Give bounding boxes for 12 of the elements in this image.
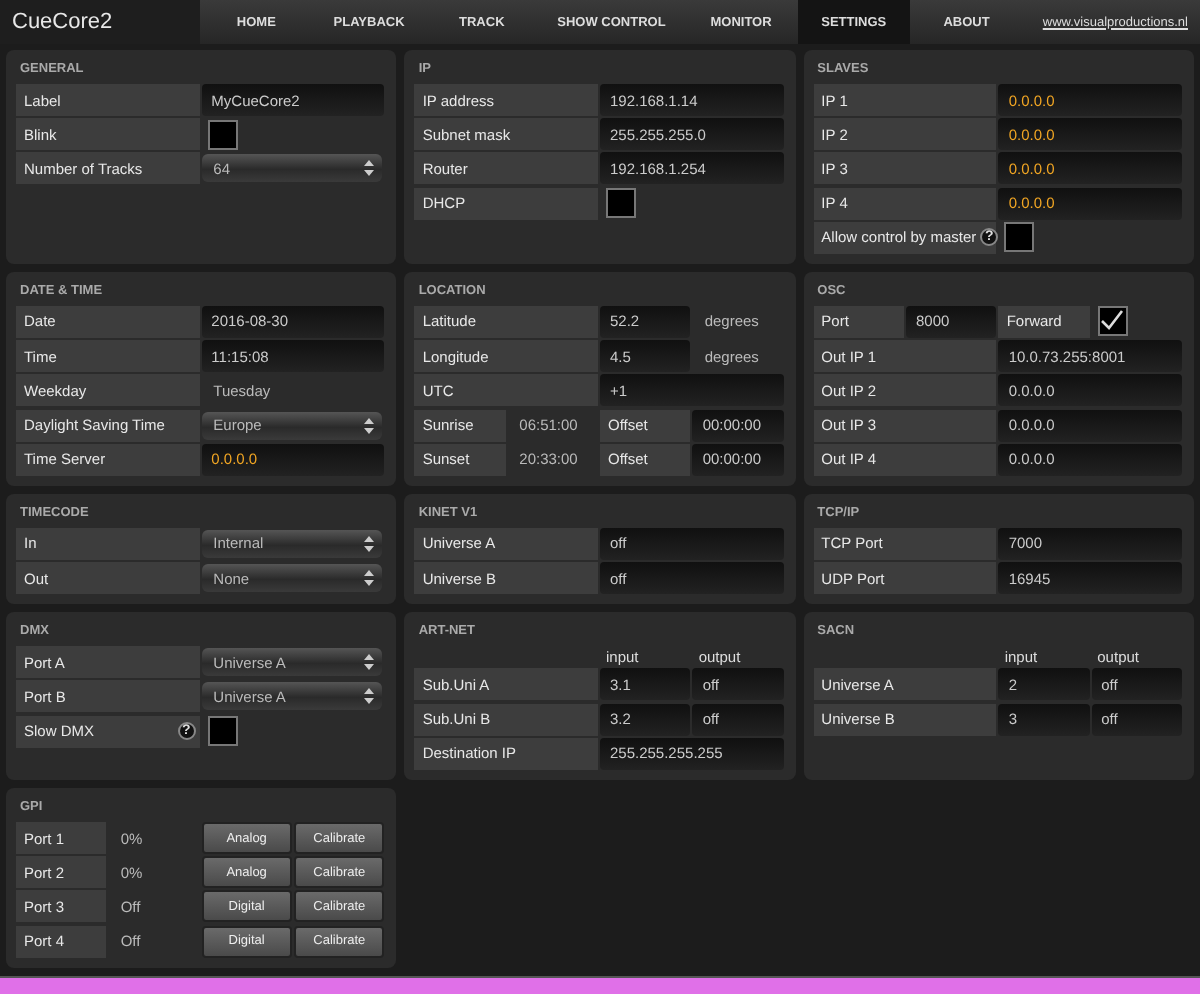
select-arrows-icon: [364, 417, 375, 433]
select-arrows-icon: [364, 654, 375, 671]
checkbox[interactable]: [1097, 306, 1128, 337]
checkbox[interactable]: [207, 716, 238, 747]
select-arrows-icon: [364, 535, 375, 552]
checkbox[interactable]: [1004, 222, 1035, 253]
checkbox[interactable]: [605, 188, 636, 219]
checkbox[interactable]: [207, 119, 238, 150]
select-arrows-icon: [364, 160, 375, 177]
select-arrows-icon: [364, 688, 375, 705]
app-logo: CueCore2: [0, 0, 200, 44]
select-arrows-icon: [364, 570, 375, 587]
